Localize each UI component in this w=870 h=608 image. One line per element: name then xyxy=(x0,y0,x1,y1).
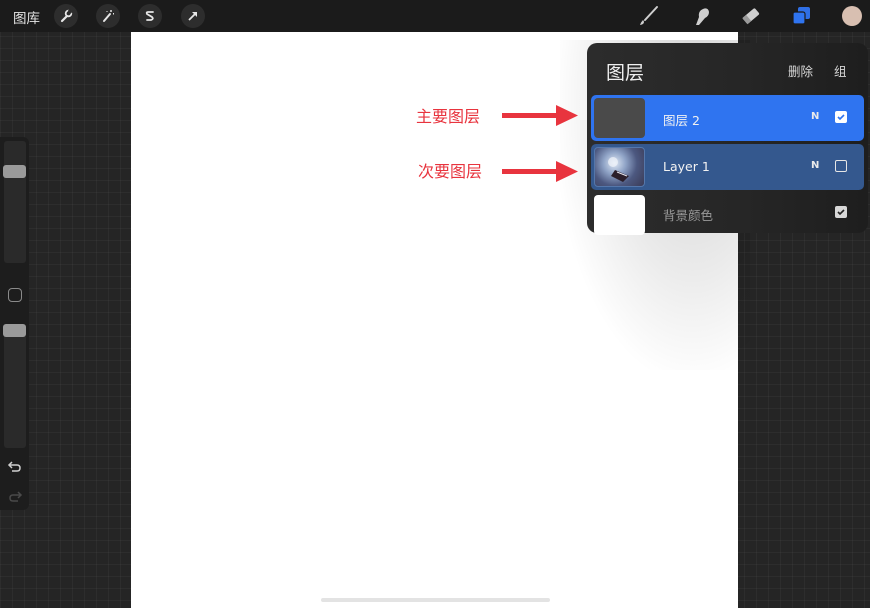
delete-button[interactable]: 删除 xyxy=(788,61,813,80)
redo-icon xyxy=(9,491,23,502)
brush-size-thumb[interactable] xyxy=(3,165,26,178)
layers-panel: 图层 删除 组 图层 2 N Layer 1 N 背景颜色 xyxy=(587,43,868,235)
checkmark-icon xyxy=(837,114,845,121)
selection-s-icon xyxy=(145,11,154,21)
checkmark-icon xyxy=(837,209,845,216)
layer-name: 图层 2 xyxy=(663,113,700,128)
left-sidebar xyxy=(0,137,29,510)
magic-wand-icon xyxy=(103,10,114,22)
primary-layer-annotation: 主要图层 xyxy=(416,107,481,126)
layer-name: Layer 1 xyxy=(663,159,710,174)
layer-name: 背景颜色 xyxy=(663,208,714,223)
eraser-button[interactable] xyxy=(739,4,763,28)
brush-opacity-slider[interactable] xyxy=(3,324,26,448)
color-picker-button[interactable] xyxy=(842,6,862,26)
panel-title: 图层 xyxy=(606,62,645,84)
wrench-icon xyxy=(60,9,73,23)
selection-button[interactable] xyxy=(138,4,162,28)
arrow-cursor-icon xyxy=(188,12,197,21)
secondary-layer-annotation: 次要图层 xyxy=(418,162,483,181)
adjustments-button[interactable] xyxy=(96,4,120,28)
visibility-checkbox[interactable] xyxy=(835,206,847,218)
layer-thumbnail xyxy=(594,147,645,187)
blend-mode-button[interactable]: N xyxy=(811,160,819,171)
brush-size-slider[interactable] xyxy=(3,141,26,263)
layer-row[interactable]: 图层 2 N xyxy=(591,95,864,141)
layers-button[interactable] xyxy=(789,4,813,28)
home-indicator xyxy=(321,598,550,602)
transform-button[interactable] xyxy=(181,4,205,28)
brush-icon xyxy=(640,6,658,25)
actions-button[interactable] xyxy=(54,4,78,28)
redo-button[interactable] xyxy=(7,489,23,505)
layer-thumbnail xyxy=(594,195,645,235)
primary-arrow-icon xyxy=(502,105,578,126)
top-toolbar: 图库 xyxy=(0,0,870,32)
undo-button[interactable] xyxy=(7,459,23,475)
modify-button[interactable] xyxy=(8,288,22,302)
secondary-arrow-icon xyxy=(502,161,578,182)
smudge-finger-icon xyxy=(696,8,709,25)
visibility-checkbox[interactable] xyxy=(835,160,847,172)
layer-thumbnail xyxy=(594,98,645,138)
layer-row[interactable]: 背景颜色 xyxy=(591,193,864,239)
visibility-checkbox[interactable] xyxy=(835,111,847,123)
layer-row[interactable]: Layer 1 N xyxy=(591,144,864,190)
group-button[interactable]: 组 xyxy=(834,61,847,80)
eraser-icon xyxy=(742,8,760,25)
layers-icon xyxy=(792,7,810,25)
brush-button[interactable] xyxy=(637,4,661,28)
blend-mode-button[interactable]: N xyxy=(811,111,819,122)
undo-icon xyxy=(7,461,21,472)
smudge-button[interactable] xyxy=(689,4,713,28)
brush-opacity-thumb[interactable] xyxy=(3,324,26,337)
gallery-button[interactable]: 图库 xyxy=(13,7,40,27)
